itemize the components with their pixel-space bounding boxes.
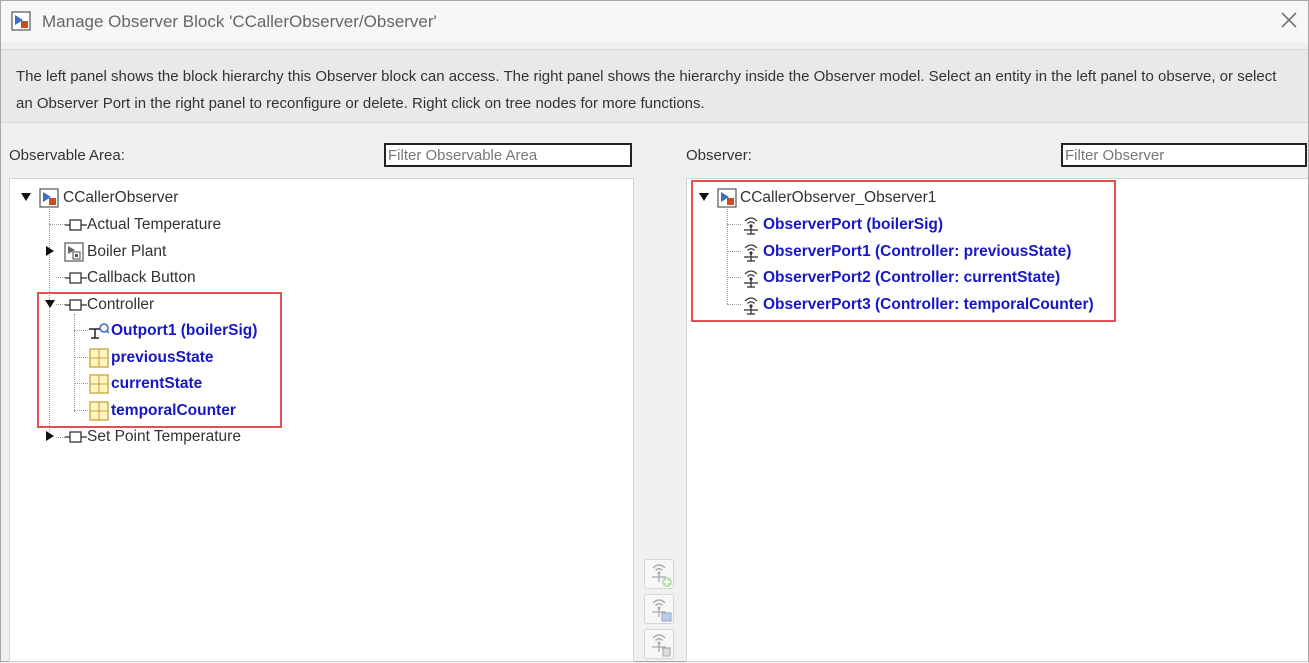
tree-node-label: Outport1 (boilerSig) xyxy=(111,322,258,339)
tree-node-label: ObserverPort3 (Controller: temporalCount… xyxy=(763,296,1094,313)
expanded-arrow-icon[interactable] xyxy=(44,298,56,310)
simulink-model-icon xyxy=(39,188,59,208)
observable-area-label: Observable Area: xyxy=(9,147,125,164)
observer-port-icon xyxy=(740,268,762,288)
simulink-model-icon xyxy=(717,188,737,208)
expanded-arrow-icon[interactable] xyxy=(698,191,710,203)
tree-node-current-state[interactable]: currentState xyxy=(88,373,388,395)
observer-port-node[interactable]: ObserverPort3 (Controller: temporalCount… xyxy=(740,294,1160,316)
dialog-title: Manage Observer Block 'CCallerObserver/O… xyxy=(42,12,437,31)
tree-node-label: CCallerObserver_Observer1 xyxy=(740,189,937,206)
tree-node-label: Set Point Temperature xyxy=(87,428,241,445)
add-observer-port-icon xyxy=(652,564,672,587)
state-variable-icon xyxy=(89,374,109,394)
subsystem-icon xyxy=(65,268,87,288)
collapsed-arrow-icon[interactable] xyxy=(44,245,56,257)
tree-node-label: ObserverPort (boilerSig) xyxy=(763,216,944,233)
subsystem-icon xyxy=(65,215,87,235)
tree-node-outport1[interactable]: Outport1 (boilerSig) xyxy=(88,320,388,342)
manage-observer-dialog: Manage Observer Block 'CCallerObserver/O… xyxy=(0,0,1309,662)
tree-node-set-point-temperature[interactable]: Set Point Temperature xyxy=(44,426,344,448)
close-icon[interactable] xyxy=(1278,9,1300,31)
tree-node-root[interactable]: CCallerObserver xyxy=(20,187,320,209)
state-variable-icon xyxy=(89,348,109,368)
model-reference-icon xyxy=(64,242,84,262)
observer-port-icon xyxy=(740,295,762,315)
title-bar: Manage Observer Block 'CCallerObserver/O… xyxy=(1,1,1308,42)
tree-node-label: currentState xyxy=(111,375,203,392)
tree-node-label: Actual Temperature xyxy=(87,216,222,233)
tree-node-label: Callback Button xyxy=(87,269,196,286)
tree-node-previous-state[interactable]: previousState xyxy=(88,347,388,369)
tree-node-label: Controller xyxy=(87,296,155,313)
tree-node-actual-temperature[interactable]: Actual Temperature xyxy=(65,214,365,236)
state-variable-icon xyxy=(89,401,109,421)
description-text: The left panel shows the block hierarchy… xyxy=(16,68,1277,112)
observer-tree: CCallerObserver_Observer1 ObserverPort (… xyxy=(686,178,1308,662)
tree-node-label: Boiler Plant xyxy=(87,243,167,260)
subsystem-icon xyxy=(65,427,87,447)
add-observer-port-button[interactable] xyxy=(644,559,674,589)
outport-icon xyxy=(88,321,110,341)
expanded-arrow-icon[interactable] xyxy=(20,191,32,203)
collapsed-arrow-icon[interactable] xyxy=(44,430,56,442)
tree-node-label: CCallerObserver xyxy=(63,189,179,206)
delete-observer-port-icon xyxy=(652,634,671,657)
delete-observer-port-button[interactable] xyxy=(644,629,674,659)
simulink-model-icon xyxy=(11,11,31,31)
observer-tree-root[interactable]: CCallerObserver_Observer1 xyxy=(698,187,998,209)
observer-port-icon xyxy=(740,242,762,262)
observable-area-tree: CCallerObserver Actual Temperature Boile… xyxy=(9,178,634,662)
configure-observer-port-icon xyxy=(652,599,672,622)
observer-label: Observer: xyxy=(686,147,752,164)
configure-observer-port-button[interactable] xyxy=(644,594,674,624)
observer-port-node[interactable]: ObserverPort (boilerSig) xyxy=(740,214,1160,236)
tree-node-label: ObserverPort1 (Controller: previousState… xyxy=(763,243,1072,260)
tree-node-temporal-counter[interactable]: temporalCounter xyxy=(88,400,388,422)
tree-node-label: temporalCounter xyxy=(111,402,236,419)
filter-observable-area-input[interactable] xyxy=(384,143,632,167)
observer-port-node[interactable]: ObserverPort2 (Controller: currentState) xyxy=(740,267,1160,289)
observer-port-icon xyxy=(740,215,762,235)
observer-port-node[interactable]: ObserverPort1 (Controller: previousState… xyxy=(740,241,1160,263)
tree-node-callback-button[interactable]: Callback Button xyxy=(65,267,365,289)
filter-observer-input[interactable] xyxy=(1061,143,1307,167)
tree-node-label: ObserverPort2 (Controller: currentState) xyxy=(763,269,1061,286)
tree-node-controller[interactable]: Controller xyxy=(44,294,344,316)
tree-node-label: previousState xyxy=(111,349,214,366)
description-panel: The left panel shows the block hierarchy… xyxy=(1,49,1308,123)
tree-node-boiler-plant[interactable]: Boiler Plant xyxy=(44,241,344,263)
subsystem-icon xyxy=(65,295,87,315)
